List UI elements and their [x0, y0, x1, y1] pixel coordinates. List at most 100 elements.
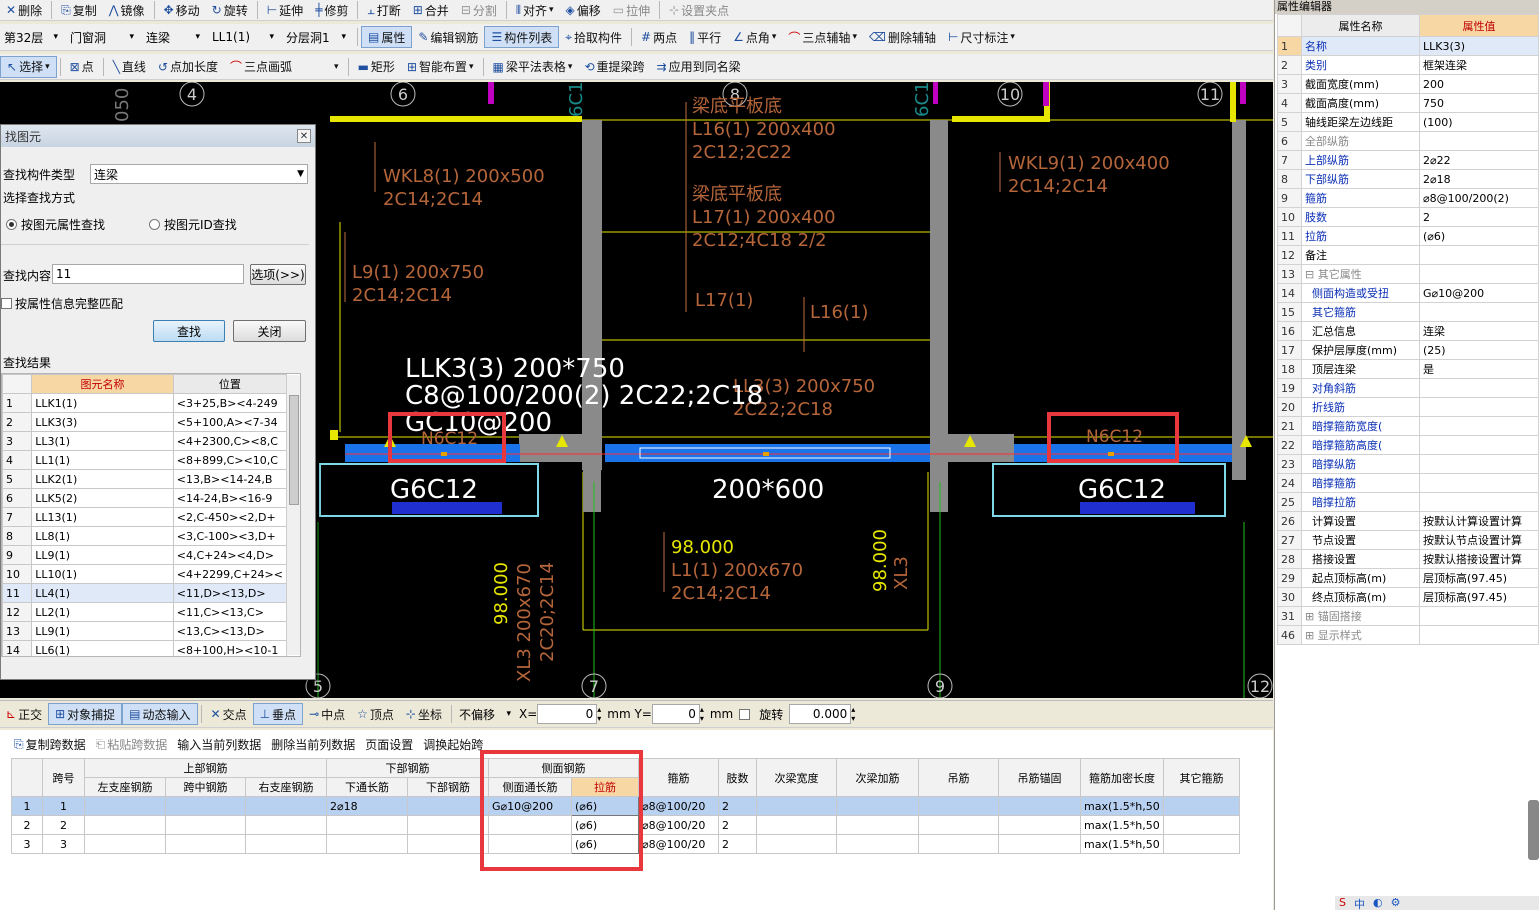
- right-support-cell[interactable]: [245, 834, 327, 854]
- vertex-toggle[interactable]: ☆ 顶点: [351, 703, 400, 725]
- stretch-button[interactable]: ▭ 拉伸: [607, 0, 656, 20]
- secondary-add-cell[interactable]: [836, 796, 919, 816]
- legs-cell[interactable]: 2: [718, 834, 757, 854]
- dialog-titlebar[interactable]: 找图元 ✕: [1, 125, 315, 147]
- span-number[interactable]: 3: [42, 834, 85, 854]
- property-value[interactable]: [1419, 302, 1539, 322]
- spinner-icon[interactable]: ▴ ▾: [851, 705, 859, 723]
- three-point-axis-button[interactable]: ⌒ 三点辅轴 ▾: [782, 26, 863, 48]
- result-row[interactable]: 3 LL3(1) <4+2300,C><8,C: [2, 431, 288, 451]
- offset-button[interactable]: ◈ 偏移: [559, 0, 606, 20]
- result-row[interactable]: 1 LLK1(1) <3+25,B><4-249: [2, 393, 288, 413]
- property-row[interactable]: 19 对角斜筋: [1277, 378, 1539, 398]
- ime-icon[interactable]: S: [1339, 896, 1346, 910]
- property-value[interactable]: [1419, 492, 1539, 512]
- property-row[interactable]: 17 保护层厚度(mm) (25): [1277, 340, 1539, 360]
- property-row[interactable]: 9 箍筋 ⌀8@100/200(2): [1277, 188, 1539, 208]
- paste-span-button[interactable]: ⎗ 粘贴跨数据: [96, 733, 168, 755]
- result-row[interactable]: 11 LL4(1) <11,D><13,D>: [2, 583, 288, 603]
- mid-span-cell[interactable]: [165, 796, 246, 816]
- secondary-add-cell[interactable]: [836, 834, 919, 854]
- point-angle-button[interactable]: ∠ 点角 ▾: [727, 26, 782, 48]
- other-stirrup-cell[interactable]: [1163, 815, 1240, 835]
- floor-select[interactable]: 第32层 ▾: [0, 26, 62, 48]
- split-button[interactable]: ⊟ 分割: [455, 0, 503, 20]
- layer-select[interactable]: 分层洞1 ▾: [282, 26, 350, 48]
- ortho-toggle[interactable]: ⊾ 正交: [0, 703, 48, 725]
- other-stirrup-cell[interactable]: [1163, 834, 1240, 854]
- point-length-button[interactable]: ↺ 点加长度: [152, 56, 224, 78]
- dense-length-cell[interactable]: max(1.5*h,50: [1080, 834, 1164, 854]
- property-value[interactable]: [1419, 454, 1539, 474]
- property-row[interactable]: 4 截面高度(mm) 750: [1277, 93, 1539, 113]
- hanger-cell[interactable]: [918, 834, 999, 854]
- property-row[interactable]: 14 侧面构造或受扭 G⌀10@200: [1277, 283, 1539, 303]
- perpendicular-toggle[interactable]: ⊥ 垂点: [252, 703, 304, 725]
- property-value[interactable]: 框架连梁: [1419, 55, 1539, 75]
- property-value[interactable]: LLK3(3): [1419, 36, 1539, 56]
- tray-icon[interactable]: 中: [1354, 896, 1365, 910]
- re-extract-span-button[interactable]: ⟲ 重提梁跨: [578, 56, 650, 78]
- input-column-button[interactable]: 输入当前列数据: [177, 733, 261, 755]
- property-row[interactable]: 2 类别 框架连梁: [1277, 55, 1539, 75]
- left-support-cell[interactable]: [84, 815, 166, 835]
- type-select[interactable]: 连梁 ▼: [90, 164, 308, 184]
- point-button[interactable]: ⊠ 点: [64, 56, 100, 78]
- select-button[interactable]: ↖ 选择 ▾: [0, 55, 57, 78]
- bottom-bar-cell[interactable]: [407, 796, 489, 816]
- bottom-through-cell[interactable]: [326, 834, 408, 854]
- swap-start-span-button[interactable]: 调换起始跨: [423, 733, 483, 755]
- x-input[interactable]: 0: [537, 704, 598, 724]
- span-row[interactable]: 1 1 2⌀18 G⌀10@200 (⌀6) ⌀8@100/20 2 max(1.5*h,50: [11, 796, 1240, 816]
- tray-icon[interactable]: ◐: [1373, 896, 1383, 910]
- property-row[interactable]: 11 拉筋 (⌀6): [1277, 226, 1539, 246]
- property-row[interactable]: 1 名称 LLK3(3): [1277, 36, 1539, 56]
- exact-match-checkbox[interactable]: 按属性信息完整匹配: [1, 295, 123, 312]
- result-row[interactable]: 12 LL2(1) <11,C><13,C>: [2, 602, 288, 622]
- set-grip-button[interactable]: ⊹ 设置夹点: [663, 0, 735, 20]
- property-value[interactable]: 层顶标高(97.45): [1419, 587, 1539, 607]
- delete-button[interactable]: ✕ 删除: [0, 0, 48, 20]
- property-value[interactable]: ⌀8@100/200(2): [1419, 188, 1539, 208]
- y-input[interactable]: 0: [651, 704, 700, 724]
- span-number[interactable]: 1: [42, 796, 85, 816]
- merge-button[interactable]: ⊞ 合并: [407, 0, 455, 20]
- properties-button[interactable]: ▤ 属性: [361, 26, 413, 48]
- tie-cell[interactable]: (⌀6): [571, 834, 639, 854]
- property-value[interactable]: 2⌀22: [1419, 150, 1539, 170]
- property-value[interactable]: [1419, 625, 1539, 645]
- result-row[interactable]: 13 LL9(1) <13,C><13,D>: [2, 621, 288, 641]
- property-value[interactable]: 200: [1419, 74, 1539, 94]
- midpoint-toggle[interactable]: ⊸ 中点: [303, 703, 351, 725]
- property-row[interactable]: 6 全部纵筋: [1277, 131, 1539, 151]
- hanger-anchor-cell[interactable]: [998, 815, 1081, 835]
- options-button[interactable]: 选项(>>): [250, 264, 306, 285]
- pick-component-button[interactable]: ⌖ 拾取构件: [559, 26, 628, 48]
- property-row[interactable]: 12 备注: [1277, 245, 1539, 265]
- property-row[interactable]: 31 ⊞ 锚固搭接: [1277, 606, 1539, 626]
- dense-length-cell[interactable]: max(1.5*h,50: [1080, 796, 1164, 816]
- side-through-cell[interactable]: [488, 815, 572, 835]
- trim-button[interactable]: ╪ 修剪: [309, 0, 354, 20]
- stirrup-cell[interactable]: ⌀8@100/20: [638, 796, 719, 816]
- dimension-button[interactable]: ⊢ 尺寸标注 ▾: [942, 26, 1021, 48]
- bottom-through-cell[interactable]: [326, 815, 408, 835]
- intersection-toggle[interactable]: ✕ 交点: [205, 703, 253, 725]
- close-icon[interactable]: ✕: [297, 129, 311, 143]
- property-row[interactable]: 25 暗撑拉筋: [1277, 492, 1539, 512]
- apply-same-beam-button[interactable]: ⇉ 应用到同名梁: [651, 56, 747, 78]
- result-row[interactable]: 9 LL9(1) <4,C+24><4,D>: [2, 545, 288, 565]
- bottom-bar-cell[interactable]: [407, 815, 489, 835]
- property-value[interactable]: (⌀6): [1419, 226, 1539, 246]
- left-support-cell[interactable]: [84, 796, 166, 816]
- component-list-button[interactable]: ☰ 构件列表: [484, 26, 560, 48]
- property-row[interactable]: 29 起点顶标高(m) 层顶标高(97.45): [1277, 568, 1539, 588]
- span-row[interactable]: 3 3 (⌀6) ⌀8@100/20 2 max(1.5*h,50: [11, 834, 1240, 854]
- left-support-cell[interactable]: [84, 834, 166, 854]
- property-value[interactable]: [1419, 435, 1539, 455]
- move-button[interactable]: ✥ 移动: [158, 0, 206, 20]
- tray-icon[interactable]: ⚙: [1391, 896, 1401, 910]
- result-row[interactable]: 4 LL1(1) <8+899,C><10,C: [2, 450, 288, 470]
- close-button[interactable]: 关闭: [233, 320, 306, 342]
- property-row[interactable]: 3 截面宽度(mm) 200: [1277, 74, 1539, 94]
